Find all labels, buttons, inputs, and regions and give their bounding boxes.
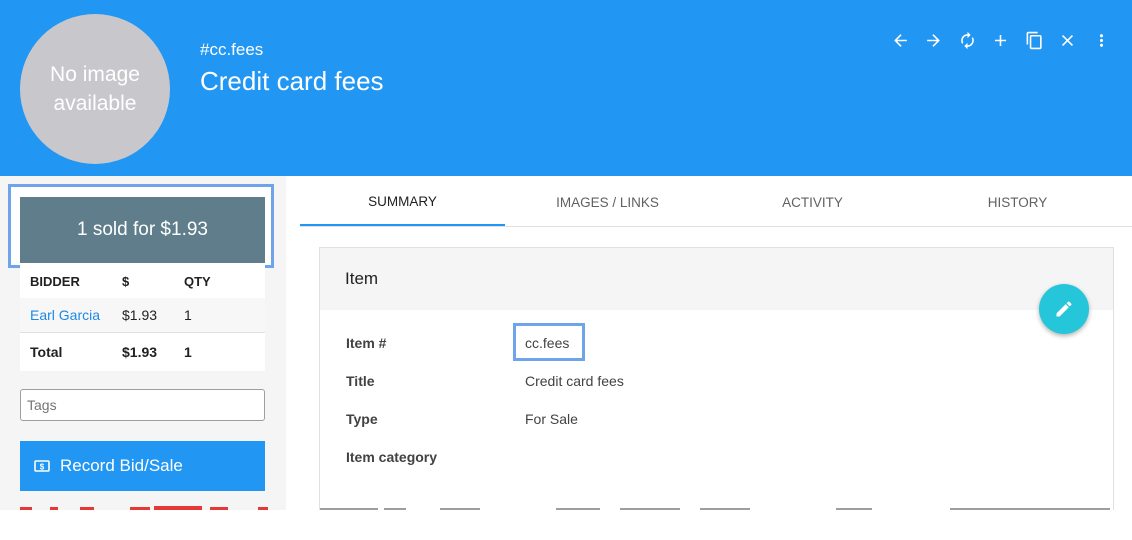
card-title: Item: [320, 248, 1113, 310]
column-header-bidder: BIDDER: [30, 273, 80, 289]
svg-text:$: $: [40, 463, 45, 472]
total-qty: 1: [184, 344, 192, 360]
column-header-amount: $: [122, 273, 130, 289]
add-icon: [995, 34, 1007, 46]
page-title: Credit card fees: [200, 66, 384, 96]
copy-button[interactable]: [1018, 28, 1052, 52]
sold-summary[interactable]: 1 sold for $1.93: [20, 197, 265, 263]
bids-table: BIDDER $ QTY Earl Garcia $1.93 1 Total $…: [20, 264, 265, 371]
record-bid-sale-label: Record Bid/Sale: [60, 456, 183, 475]
close-button[interactable]: [1051, 28, 1085, 52]
money-icon: $: [34, 460, 50, 472]
field-label-title: Title: [346, 373, 375, 389]
back-button[interactable]: [884, 28, 918, 52]
cutoff-content-fragment: [320, 508, 1110, 510]
field-label-type: Type: [346, 411, 378, 427]
record-bid-sale-button[interactable]: $ Record Bid/Sale: [20, 441, 265, 491]
tags-input[interactable]: [20, 389, 265, 421]
refresh-button[interactable]: [951, 28, 985, 52]
more-options-button[interactable]: [1085, 28, 1119, 52]
copy-icon: [1026, 31, 1042, 49]
column-header-qty: QTY: [184, 273, 211, 289]
forward-button[interactable]: [917, 28, 951, 52]
bid-amount: $1.93: [122, 307, 158, 323]
arrow-forward-icon: [927, 33, 941, 47]
field-value-item-number: cc.fees: [525, 335, 570, 351]
close-icon: [1062, 34, 1074, 46]
header-toolbar: [884, 28, 1119, 52]
item-details-card: Item: [319, 247, 1114, 510]
field-label-item-number: Item #: [346, 335, 387, 351]
item-header: No image available #cc.fees Credit card …: [0, 0, 1132, 176]
item-image-placeholder: No image available: [20, 14, 170, 164]
field-value-title: Credit card fees: [525, 373, 624, 389]
avatar-text: No image available: [50, 63, 140, 115]
table-header: BIDDER $ QTY: [20, 264, 265, 298]
tab-images-links[interactable]: IMAGES / LINKS: [505, 178, 710, 226]
table-total-row: Total $1.93 1: [20, 332, 265, 371]
bidder-link[interactable]: Earl Garcia: [20, 307, 122, 323]
refresh-icon: [960, 31, 974, 49]
item-code: #cc.fees: [200, 40, 264, 59]
total-label: Total: [30, 344, 63, 360]
bid-qty: 1: [184, 307, 192, 323]
total-amount: $1.93: [122, 344, 158, 360]
more-vert-icon: [1099, 33, 1103, 47]
tab-activity[interactable]: ACTIVITY: [710, 178, 915, 226]
add-button[interactable]: [984, 28, 1018, 52]
cutoff-area: [0, 510, 1132, 540]
field-label-item-category: Item category: [346, 449, 438, 465]
tab-history[interactable]: HISTORY: [915, 178, 1120, 226]
tab-bar: SUMMARY IMAGES / LINKS ACTIVITY HISTORY: [300, 178, 1132, 227]
tab-summary[interactable]: SUMMARY: [300, 178, 505, 226]
arrow-back-icon: [893, 33, 907, 47]
cutoff-text-fragment: [20, 506, 268, 510]
field-value-type: For Sale: [525, 411, 578, 427]
pencil-icon: [1056, 301, 1072, 317]
table-row: Earl Garcia $1.93 1: [20, 298, 265, 332]
edit-button[interactable]: [1039, 284, 1089, 334]
